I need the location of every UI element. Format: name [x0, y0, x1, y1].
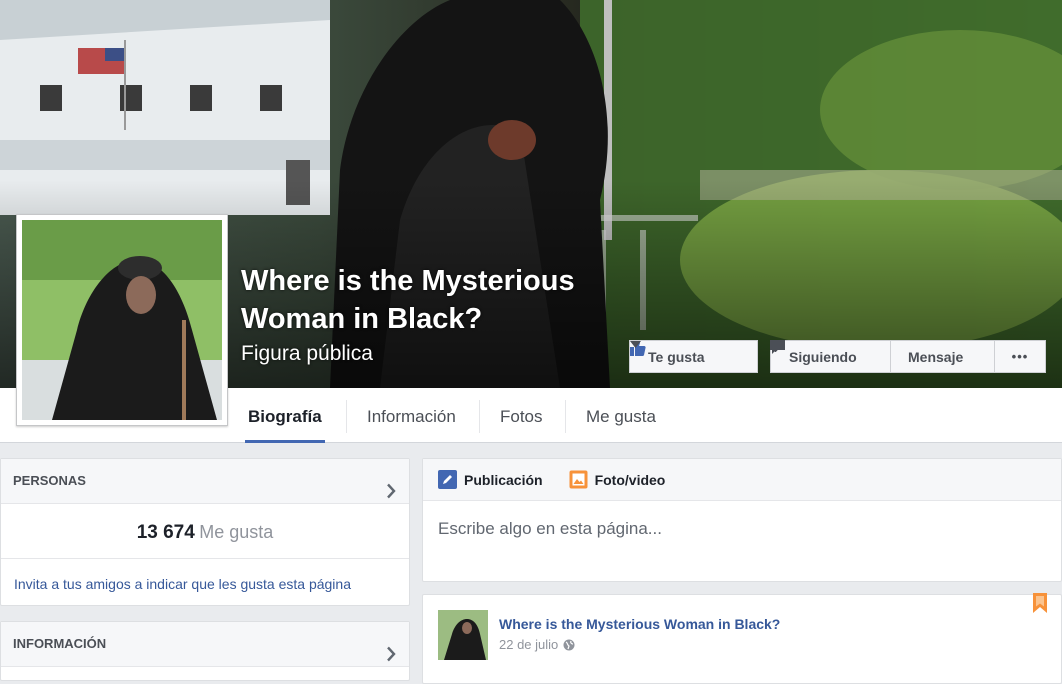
tab-divider: [479, 400, 480, 433]
composer-tab-photo-video-label: Foto/video: [594, 471, 666, 488]
chevron-right-icon: [386, 636, 396, 680]
post-meta: 22 de julio: [499, 637, 575, 652]
following-button-label: Siguiendo: [789, 348, 857, 365]
tab-biography[interactable]: Biografía: [245, 388, 325, 443]
message-button[interactable]: Mensaje: [770, 340, 994, 373]
tab-information[interactable]: Información: [367, 388, 456, 443]
post-date[interactable]: 22 de julio: [499, 637, 558, 652]
following-button[interactable]: Siguiendo: [770, 340, 890, 373]
composer-tabs: Publicación Foto/video: [423, 459, 1061, 501]
composer-tab-photo-video[interactable]: Foto/video: [569, 470, 666, 489]
tab-photos[interactable]: Fotos: [500, 388, 543, 443]
post-card: Where is the Mysterious Woman in Black? …: [422, 593, 1062, 684]
people-card-header[interactable]: PERSONAS: [1, 459, 409, 504]
more-icon: •••: [1011, 349, 1029, 364]
invite-friends-link[interactable]: Invita a tus amigos a indicar que les gu…: [1, 559, 409, 609]
about-card-header[interactable]: INFORMACIÓN: [1, 622, 409, 667]
page-title[interactable]: Where is the Mysterious Woman in Black?: [241, 262, 641, 338]
profile-picture[interactable]: [16, 214, 228, 426]
composer-input[interactable]: Escribe algo en esta página...: [423, 501, 1061, 557]
composer-tab-post-label: Publicación: [464, 471, 543, 488]
like-button[interactable]: Te gusta: [629, 340, 758, 373]
about-card-title: INFORMACIÓN: [13, 636, 107, 651]
tab-likes[interactable]: Me gusta: [586, 388, 656, 443]
likes-count: 13 674: [136, 522, 195, 543]
likes-label: Me gusta: [199, 522, 274, 542]
composer-tab-post[interactable]: Publicación: [438, 470, 543, 489]
post-author-avatar[interactable]: [438, 610, 488, 660]
globe-icon[interactable]: [563, 639, 575, 651]
tab-divider: [346, 400, 347, 433]
tab-divider: [565, 400, 566, 433]
post-author-name[interactable]: Where is the Mysterious Woman in Black?: [499, 616, 780, 632]
likes-summary: 13 674 Me gusta: [1, 504, 409, 559]
page-category[interactable]: Figura pública: [241, 342, 373, 366]
page-actions-group: Siguiendo Mensaje •••: [770, 340, 1046, 373]
about-card: INFORMACIÓN: [0, 621, 410, 681]
bookmark-icon[interactable]: [1033, 593, 1047, 618]
photo-icon: [569, 470, 588, 489]
message-button-label: Mensaje: [908, 348, 964, 365]
composer: Publicación Foto/video Escribe algo en e…: [422, 458, 1062, 582]
more-button[interactable]: •••: [994, 340, 1046, 373]
pencil-icon: [438, 470, 457, 489]
chevron-right-icon: [386, 473, 396, 517]
like-button-label: Te gusta: [648, 348, 705, 365]
people-card-title: PERSONAS: [13, 473, 86, 488]
profile-picture-image: [22, 220, 222, 420]
people-card: PERSONAS 13 674 Me gusta Invita a tus am…: [0, 458, 410, 606]
